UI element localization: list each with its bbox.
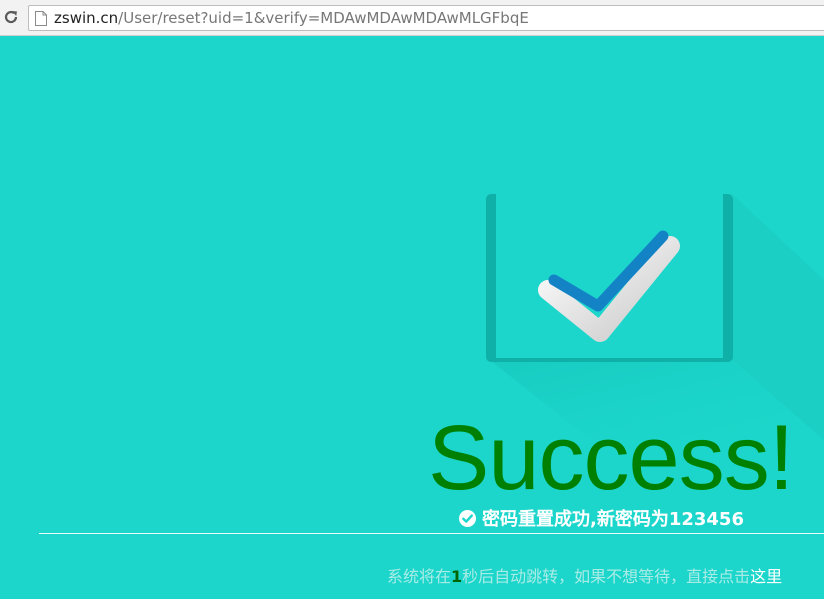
divider bbox=[39, 533, 824, 534]
success-title: Success! bbox=[428, 407, 794, 509]
redirect-here-link[interactable]: 这里 bbox=[750, 567, 782, 586]
checkmark-card-icon bbox=[486, 186, 824, 440]
reset-message-text: 密码重置成功,新密码为123456 bbox=[482, 509, 744, 530]
address-bar[interactable]: zswin.cn/User/reset?uid=1&verify=MDAwMDA… bbox=[28, 5, 824, 31]
redirect-notice: 系统将在1秒后自动跳转，如果不想等待，直接点击这里 bbox=[387, 566, 782, 588]
redirect-middle: 秒后自动跳转，如果不想等待，直接点击 bbox=[462, 567, 751, 586]
url-host: zswin.cn bbox=[54, 9, 119, 27]
url-text: zswin.cn/User/reset?uid=1&verify=MDAwMDA… bbox=[54, 9, 529, 28]
countdown-seconds: 1 bbox=[451, 567, 463, 586]
browser-toolbar: zswin.cn/User/reset?uid=1&verify=MDAwMDA… bbox=[0, 0, 824, 36]
check-circle-icon bbox=[459, 509, 476, 527]
page-icon bbox=[35, 11, 47, 26]
redirect-prefix: 系统将在 bbox=[387, 567, 452, 586]
reset-success-message: 密码重置成功,新密码为123456 bbox=[459, 506, 744, 530]
url-path: /User/reset?uid=1&verify=MDAwMDAwMDAwMLG… bbox=[118, 9, 529, 27]
reload-icon[interactable] bbox=[3, 9, 19, 25]
